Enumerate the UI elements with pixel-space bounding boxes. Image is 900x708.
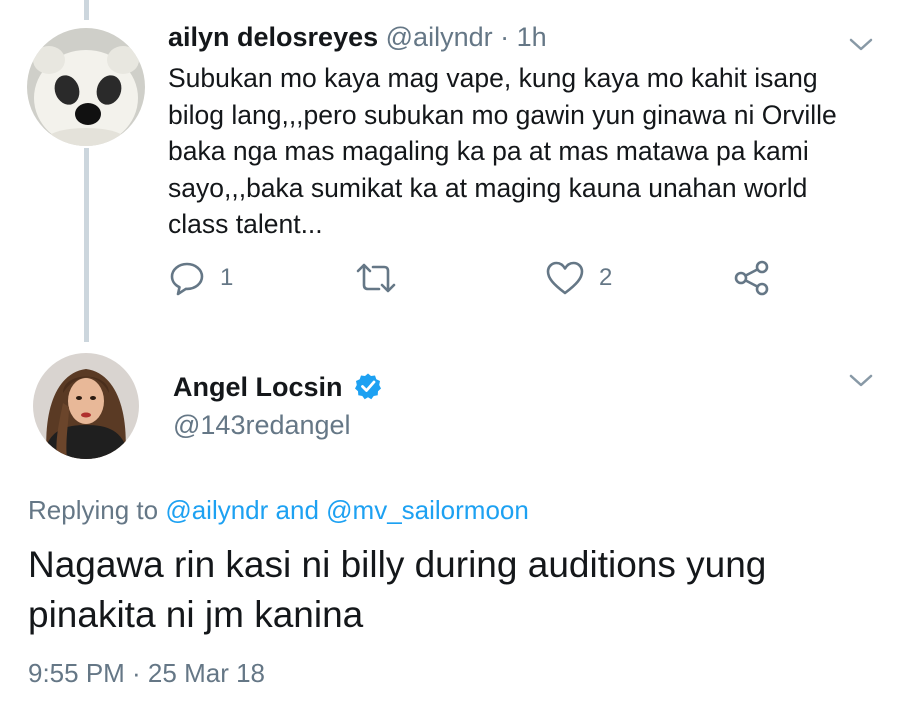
main-tweet-text: Nagawa rin kasi ni billy during audition… <box>28 540 766 640</box>
verified-badge-icon <box>355 373 382 400</box>
heart-icon <box>546 261 584 295</box>
panda-plush-avatar-image <box>27 28 145 146</box>
thread-connector-top <box>84 0 89 20</box>
mention-link[interactable]: @ailyndr <box>165 495 268 525</box>
tweet-text-line: Subukan mo kaya mag vape, kung kaya mo k… <box>168 63 818 93</box>
tweet-actions: 1 2 <box>0 258 900 298</box>
reply-button[interactable]: 1 <box>168 258 233 298</box>
replying-and[interactable]: and <box>276 495 319 525</box>
tweet-text-line: Nagawa rin kasi ni billy during audition… <box>28 544 767 585</box>
tweet-time[interactable]: 1h <box>517 22 547 52</box>
reply-icon <box>170 262 204 296</box>
replying-to: Replying to @ailyndr and @mv_sailormoon <box>28 495 529 526</box>
retweet-icon <box>356 263 396 293</box>
author-handle[interactable]: @ailyndr <box>386 22 493 52</box>
replying-to-label: Replying to <box>28 495 159 525</box>
tweet-text-line: class talent... <box>168 209 323 239</box>
tweet-text-line: bilog lang,,,pero subukan mo gawin yun g… <box>168 99 837 130</box>
avatar[interactable] <box>33 353 139 459</box>
reply-count: 1 <box>220 264 234 291</box>
avatar[interactable] <box>27 28 145 146</box>
tweet-text-line: pinakita ni jm kanina <box>28 594 364 635</box>
author-name[interactable]: ailyn delosreyes <box>168 22 378 52</box>
chevron-down-icon[interactable] <box>848 37 874 53</box>
share-icon <box>734 260 769 296</box>
author-handle[interactable]: @143redangel <box>173 410 351 441</box>
header-separator: · <box>500 22 510 52</box>
tweet-text: Subukan mo kaya mag vape, kung kaya mo k… <box>168 60 837 243</box>
tweet-text-line: baka nga mas magaling ka pa at mas mataw… <box>168 136 809 166</box>
profile-photo-avatar-image <box>33 353 139 459</box>
tweet-timestamp[interactable]: 9:55 PM · 25 Mar 18 <box>28 658 265 689</box>
mention-link[interactable]: @mv_sailormoon <box>326 495 529 525</box>
author-name[interactable]: Angel Locsin <box>173 372 343 402</box>
chevron-down-icon[interactable] <box>848 373 874 389</box>
retweet-button[interactable] <box>355 258 411 298</box>
share-button[interactable] <box>733 258 771 298</box>
thread-connector <box>84 148 89 342</box>
like-count: 2 <box>599 264 613 291</box>
like-button[interactable]: 2 <box>545 258 612 298</box>
author-name-row: Angel Locsin <box>173 372 382 403</box>
tweet-header: ailyn delosreyes @ailyndr · 1h <box>168 22 547 53</box>
tweet-text-line: sayo,,,baka sumikat ka at maging kauna u… <box>168 172 808 203</box>
